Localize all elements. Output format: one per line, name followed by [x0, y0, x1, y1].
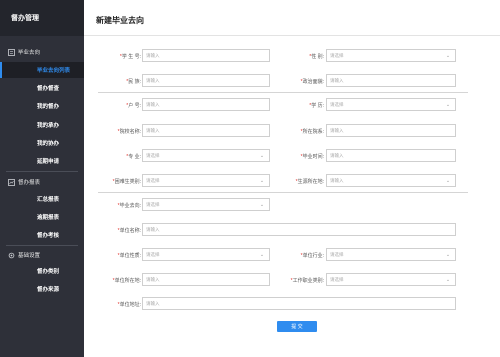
- label-job-category: *工作职业类别:: [290, 278, 324, 284]
- gear-icon: [8, 252, 15, 259]
- chevron-down-icon: ⌄: [445, 177, 451, 184]
- label-student-id: *学 生 号:: [119, 54, 141, 60]
- ethnicity-input[interactable]: 请输入: [142, 74, 270, 87]
- label-household: *户 号:: [126, 103, 141, 109]
- sidebar-item-my-supervision[interactable]: 我的督办: [0, 98, 84, 114]
- label-employer-industry: *单位行业:: [300, 253, 324, 259]
- label-faculty: *所在院系:: [300, 129, 324, 135]
- label-origin-location: *生源所在地:: [295, 179, 324, 185]
- label-employer-name: *单位名称:: [117, 228, 141, 234]
- sidebar-section-reports[interactable]: 督办报表: [0, 176, 84, 188]
- label-employer-location: *单位所在地:: [112, 278, 141, 284]
- label-destination: *毕业去向:: [117, 203, 141, 209]
- label-difficulty-category: *困难生类别:: [112, 179, 141, 185]
- sidebar-item-source[interactable]: 督办来源: [0, 281, 84, 297]
- sidebar-divider: [6, 171, 78, 172]
- main-content: 新建毕业去向 *学 生 号: 请输入 *性 别: 请选择 ⌄ *民 族: 请输入 …: [84, 0, 500, 357]
- list-icon: [8, 48, 15, 56]
- sidebar-section-graduation[interactable]: 毕业去向: [0, 46, 84, 58]
- label-gender: *性 别:: [309, 54, 324, 60]
- employer-location-input[interactable]: 请输入: [142, 273, 270, 286]
- job-category-select[interactable]: 请选择 ⌄: [326, 273, 456, 286]
- origin-location-select[interactable]: 请输入 ⌄: [326, 174, 456, 187]
- sidebar-item-overdue-report[interactable]: 逾期报表: [0, 209, 84, 225]
- label-ethnicity: *民 族:: [126, 79, 141, 85]
- chevron-down-icon: ⌄: [259, 177, 265, 184]
- difficulty-category-select[interactable]: 请选择 ⌄: [142, 174, 270, 187]
- household-input[interactable]: 请输入: [142, 98, 270, 111]
- employer-industry-select[interactable]: 请选择 ⌄: [326, 248, 456, 261]
- sidebar-section-label: 督办报表: [18, 180, 41, 186]
- sidebar-item-supervision[interactable]: 督办督查: [0, 80, 84, 96]
- chevron-down-icon: ⌄: [445, 52, 451, 59]
- section-divider: [98, 192, 468, 193]
- submit-button[interactable]: 提 交: [277, 321, 317, 332]
- major-select[interactable]: 请选择 ⌄: [142, 149, 270, 162]
- label-school-name: *院校名称:: [117, 129, 141, 135]
- student-id-input[interactable]: 请输入: [142, 49, 270, 62]
- employer-address-input[interactable]: 请输入: [142, 297, 456, 310]
- school-name-input[interactable]: 请输入: [142, 124, 270, 137]
- destination-select[interactable]: 请选择 ⌄: [142, 198, 270, 211]
- sidebar-divider: [6, 245, 78, 246]
- employer-nature-select[interactable]: 请选择 ⌄: [142, 248, 270, 261]
- title-divider: [84, 35, 500, 36]
- faculty-input[interactable]: 请输入: [326, 124, 456, 137]
- label-graduation-date: *毕业时间:: [300, 154, 324, 160]
- sidebar-section-settings[interactable]: 基础设置: [0, 249, 84, 261]
- label-employer-address: *单位地址:: [117, 302, 141, 308]
- chevron-down-icon: ⌄: [259, 201, 265, 208]
- label-major: *专 业:: [126, 154, 141, 160]
- app-title: 督办管理: [0, 0, 84, 36]
- chevron-down-icon: ⌄: [259, 152, 265, 159]
- sidebar-section-label: 基础设置: [18, 253, 41, 259]
- sidebar-item-my-undertaking[interactable]: 我的承办: [0, 117, 84, 133]
- chevron-down-icon: ⌄: [445, 251, 451, 258]
- sidebar: 督办管理 毕业去向 毕业去向列表 督办督查 我的督办 我的承办 我的协办 延期申…: [0, 0, 84, 357]
- sidebar-item-extension-request[interactable]: 延期申请: [0, 153, 84, 169]
- sidebar-item-assessment[interactable]: 督办考核: [0, 227, 84, 243]
- label-political-status: *政治面貌:: [300, 79, 324, 85]
- employer-name-input[interactable]: 请输入: [142, 223, 456, 236]
- report-icon: [8, 178, 15, 186]
- page-title: 新建毕业去向: [96, 16, 144, 25]
- gender-select[interactable]: 请选择 ⌄: [326, 49, 456, 62]
- graduation-date-input[interactable]: 请输入: [326, 149, 456, 162]
- chevron-down-icon: ⌄: [259, 251, 265, 258]
- political-status-input[interactable]: 请输入: [326, 74, 456, 87]
- chevron-down-icon: ⌄: [445, 101, 451, 108]
- education-select[interactable]: 请选择 ⌄: [326, 98, 456, 111]
- sidebar-item-category[interactable]: 督办类别: [0, 263, 84, 279]
- label-education: *学 历:: [309, 103, 324, 109]
- sidebar-item-graduation-list[interactable]: 毕业去向列表: [0, 62, 84, 78]
- sidebar-item-my-assisting[interactable]: 我的协办: [0, 135, 84, 151]
- label-employer-nature: *单位性质:: [117, 253, 141, 259]
- section-divider: [98, 92, 468, 93]
- sidebar-item-summary-report[interactable]: 汇总报表: [0, 191, 84, 207]
- sidebar-section-label: 毕业去向: [18, 50, 41, 56]
- chevron-down-icon: ⌄: [445, 276, 451, 283]
